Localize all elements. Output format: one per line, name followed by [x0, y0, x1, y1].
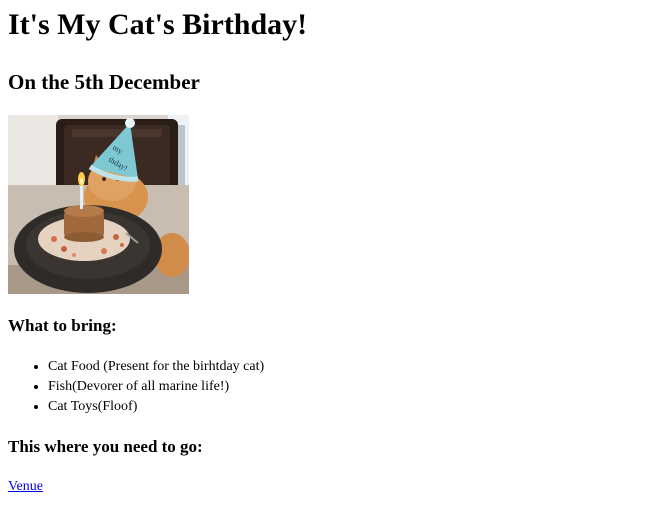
list-item: Fish(Devorer of all marine life!)	[48, 377, 640, 397]
bring-list: Cat Food (Present for the birhtday cat) …	[8, 357, 640, 417]
venue-link[interactable]: Venue	[8, 478, 43, 496]
list-item: Cat Toys(Floof)	[48, 397, 640, 417]
go-heading: This where you need to go:	[8, 437, 203, 456]
bring-heading: What to bring:	[8, 316, 117, 335]
list-item: Cat Food (Present for the birhtday cat)	[48, 357, 640, 377]
page-subtitle: On the 5th December	[8, 70, 200, 94]
page-content: It's My Cat's Birthday! On the 5th Decem…	[0, 8, 648, 496]
cat-birthday-photo: my thday!	[8, 115, 189, 294]
page-title: It's My Cat's Birthday!	[8, 8, 308, 41]
